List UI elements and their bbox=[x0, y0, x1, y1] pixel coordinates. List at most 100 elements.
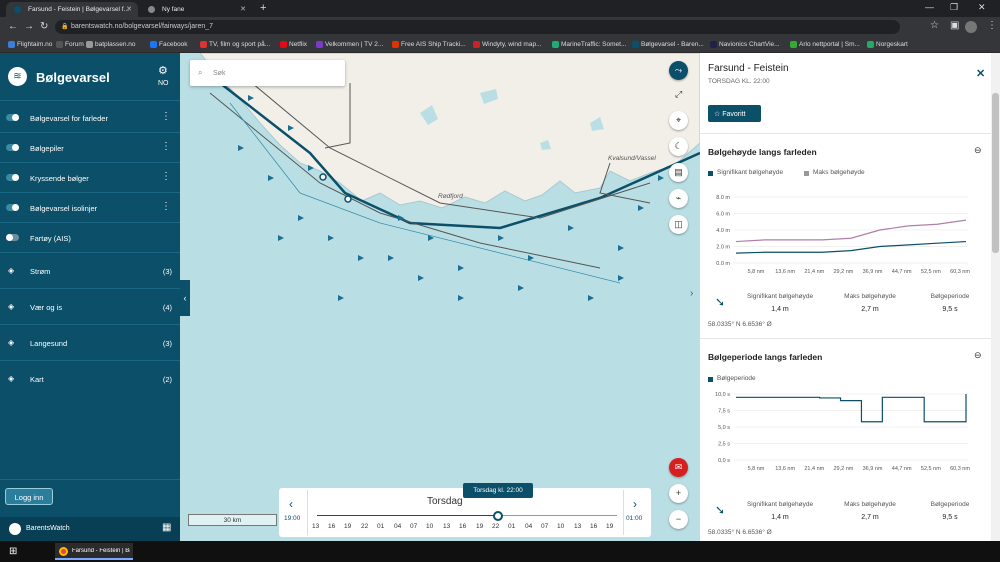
bookmark-item[interactable]: Velkommen | TV 2... bbox=[316, 41, 383, 48]
bookmark-item[interactable]: TV, film og sport på... bbox=[200, 41, 270, 48]
bookmark-item[interactable]: batplassen.no bbox=[86, 41, 135, 48]
layer-group-kart[interactable]: ◈ Kart (2) bbox=[0, 361, 180, 397]
measure-tool-button[interactable]: ⌁ bbox=[669, 189, 688, 208]
layer-group-strom[interactable]: ◈ Strøm (3) bbox=[0, 253, 180, 289]
wave-arrow-icon bbox=[458, 295, 464, 301]
toggle-switch-on[interactable] bbox=[6, 144, 19, 151]
layer-toggle-kryssende[interactable]: Kryssende bølger ⋮ bbox=[0, 163, 180, 193]
series-line bbox=[735, 219, 967, 243]
timeline-tick: 07 bbox=[541, 523, 549, 530]
layers-icon: ◈ bbox=[8, 266, 15, 275]
close-tab-icon[interactable]: ✕ bbox=[126, 5, 132, 13]
map-search-input[interactable]: ⌕ Søk bbox=[190, 60, 345, 86]
x-tick-label: 36,9 nm bbox=[863, 466, 883, 472]
timeline-tick: 16 bbox=[590, 523, 598, 530]
more-options-icon[interactable]: ⋮ bbox=[161, 201, 171, 212]
wave-arrow-icon bbox=[298, 215, 304, 221]
x-tick-label: 44,7 nm bbox=[892, 269, 912, 275]
feedback-chat-button[interactable]: ✉ bbox=[669, 458, 688, 477]
bookmark-item[interactable]: Bølgevarsel - Baren... bbox=[632, 41, 704, 48]
zoom-out-button[interactable]: − bbox=[669, 510, 688, 529]
toggle-switch-on[interactable] bbox=[6, 174, 19, 181]
collapse-sidebar-handle[interactable]: ‹ bbox=[180, 280, 190, 316]
y-tick-label: 6.0 m bbox=[716, 212, 730, 218]
x-tick-label: 29,2 nm bbox=[833, 269, 853, 275]
forward-icon[interactable]: → bbox=[24, 21, 34, 32]
next-time-icon[interactable]: › bbox=[633, 497, 637, 511]
y-tick-label: 8.0 m bbox=[716, 195, 730, 201]
layer-group-langesund[interactable]: ◈ Langesund (3) bbox=[0, 325, 180, 361]
more-options-icon[interactable]: ⋮ bbox=[161, 111, 171, 122]
close-tab-icon[interactable]: ✕ bbox=[240, 5, 246, 13]
time-slider[interactable]: ‹ 19:00 › 01:00 Torsdag Torsdag kl. 22:0… bbox=[279, 483, 651, 537]
timeline-thumb[interactable] bbox=[493, 511, 503, 521]
profile-avatar[interactable] bbox=[965, 21, 977, 33]
bookmark-item[interactable]: Windyty, wind map... bbox=[473, 41, 541, 48]
more-options-icon[interactable]: ⋮ bbox=[161, 171, 171, 182]
bookmarks-bar: Flightaim.no Forum batplassen.no Faceboo… bbox=[0, 37, 1000, 53]
browser-menu-icon[interactable]: ⋮ bbox=[987, 20, 997, 31]
dark-mode-button[interactable]: ☾ bbox=[669, 137, 688, 156]
login-button[interactable]: Logg inn bbox=[5, 488, 53, 505]
timeline-tick: 19 bbox=[344, 523, 352, 530]
bookmark-item[interactable]: Norgeskart bbox=[867, 41, 908, 48]
layer-label: Bølgevarsel for farleder bbox=[30, 114, 108, 123]
url-input[interactable]: 🔒 barentswatch.no/bolgevarsel/fairways/j… bbox=[55, 20, 900, 34]
bookmark-item[interactable]: MarineTraffic: Somet... bbox=[552, 41, 626, 48]
footer-bar: BarentsWatch ▦ bbox=[0, 517, 180, 541]
window-maximize-icon[interactable]: ❐ bbox=[950, 2, 958, 13]
close-panel-icon[interactable]: ✕ bbox=[976, 67, 985, 80]
favorite-button[interactable]: ☆ Favoritt bbox=[708, 105, 761, 122]
bookmark-item[interactable]: Free AIS Ship Tracki... bbox=[392, 41, 466, 48]
layer-group-vaer[interactable]: ◈ Vær og is (4) bbox=[0, 289, 180, 325]
wave-arrow-icon bbox=[588, 295, 594, 301]
legend-button[interactable]: ◫ bbox=[669, 215, 688, 234]
layer-toggle-bolgepiler[interactable]: Bølgepiler ⋮ bbox=[0, 133, 180, 163]
previous-time-icon[interactable]: ‹ bbox=[289, 497, 293, 511]
panel-scrollbar[interactable] bbox=[991, 53, 1000, 541]
bookmark-item[interactable]: Navionics ChartVie... bbox=[710, 41, 780, 48]
windows-start-icon[interactable]: ⊞ bbox=[9, 546, 17, 557]
bookmark-item[interactable]: Forum bbox=[56, 41, 84, 48]
taskbar-chrome-item[interactable]: Farsund - Feistein | Bølgevarsel f... bbox=[55, 543, 133, 560]
layer-toggle-ais[interactable]: Fartøy (AIS) bbox=[0, 223, 180, 253]
browser-tab-inactive[interactable]: Ny fane ✕ bbox=[140, 2, 252, 17]
apps-grid-icon[interactable]: ▦ bbox=[162, 522, 171, 533]
new-tab-button[interactable]: + bbox=[260, 2, 266, 14]
map-layers-button[interactable]: ▤ bbox=[669, 163, 688, 182]
map-canvas[interactable]: Kvalsund/Vassel Rødfjord ⌕ Søk ‹ › ⤳ ⤢ ⌖… bbox=[180, 53, 700, 541]
stat-value: 2,7 m bbox=[861, 306, 879, 313]
place-label: Kvalsund/Vassel bbox=[608, 155, 656, 162]
toggle-switch-off[interactable] bbox=[6, 234, 19, 241]
layer-toggle-farleder[interactable]: Bølgevarsel for farleder ⋮ bbox=[0, 103, 180, 133]
toggle-switch-on[interactable] bbox=[6, 204, 19, 211]
layer-toggle-isolinjer[interactable]: Bølgevarsel isolinjer ⋮ bbox=[0, 193, 180, 223]
bookmark-item[interactable]: Flightaim.no bbox=[8, 41, 52, 48]
fullscreen-icon[interactable]: ⤢ bbox=[675, 89, 682, 100]
place-label: Rødfjord bbox=[438, 193, 463, 200]
reload-icon[interactable]: ↻ bbox=[40, 21, 48, 32]
route-tool-button[interactable]: ⤳ bbox=[669, 61, 688, 80]
more-options-icon[interactable]: ⋮ bbox=[161, 141, 171, 152]
extensions-icon[interactable]: ▣ bbox=[950, 20, 959, 31]
bookmark-item[interactable]: Netflix bbox=[280, 41, 307, 48]
back-icon[interactable]: ← bbox=[8, 21, 18, 32]
collapse-section-icon[interactable]: ⊖ bbox=[974, 145, 982, 156]
collapse-section-icon[interactable]: ⊖ bbox=[974, 350, 982, 361]
section-title: Bølgeperiode langs farleden bbox=[708, 352, 823, 362]
settings-gear-icon[interactable]: ⚙ bbox=[158, 64, 168, 77]
window-close-icon[interactable]: ✕ bbox=[978, 2, 986, 13]
wave-arrow-icon bbox=[328, 235, 334, 241]
browser-tab-active[interactable]: Farsund - Feistein | Bølgevarsel f... ✕ bbox=[6, 2, 138, 17]
expand-panel-handle[interactable]: › bbox=[690, 288, 693, 299]
zoom-in-button[interactable]: + bbox=[669, 484, 688, 503]
bookmark-item[interactable]: Facebook bbox=[150, 41, 188, 48]
locate-me-button[interactable]: ⌖ bbox=[669, 111, 688, 130]
scrollbar-thumb[interactable] bbox=[992, 93, 999, 253]
os-taskbar: ⊞ Farsund - Feistein | Bølgevarsel f... bbox=[0, 541, 1000, 562]
language-label[interactable]: NO bbox=[158, 80, 169, 87]
toggle-switch-on[interactable] bbox=[6, 114, 19, 121]
bookmark-item[interactable]: Arlo nettportal | Sm... bbox=[790, 41, 860, 48]
window-minimize-icon[interactable]: — bbox=[925, 2, 934, 12]
star-icon[interactable]: ☆ bbox=[930, 20, 939, 31]
